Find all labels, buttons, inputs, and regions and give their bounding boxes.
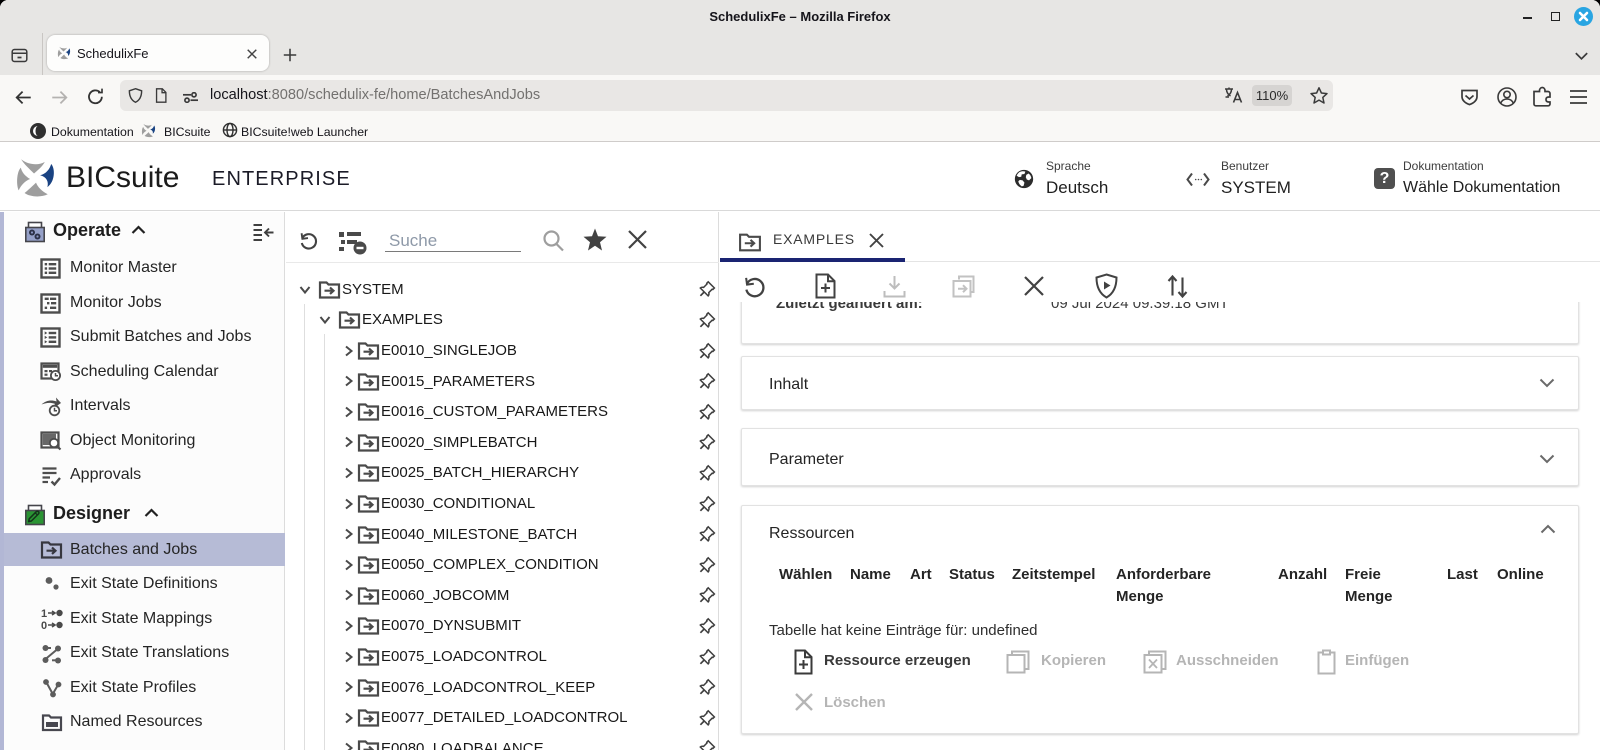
svg-text:0: 0 (41, 620, 47, 631)
svg-text:1: 1 (41, 608, 47, 620)
